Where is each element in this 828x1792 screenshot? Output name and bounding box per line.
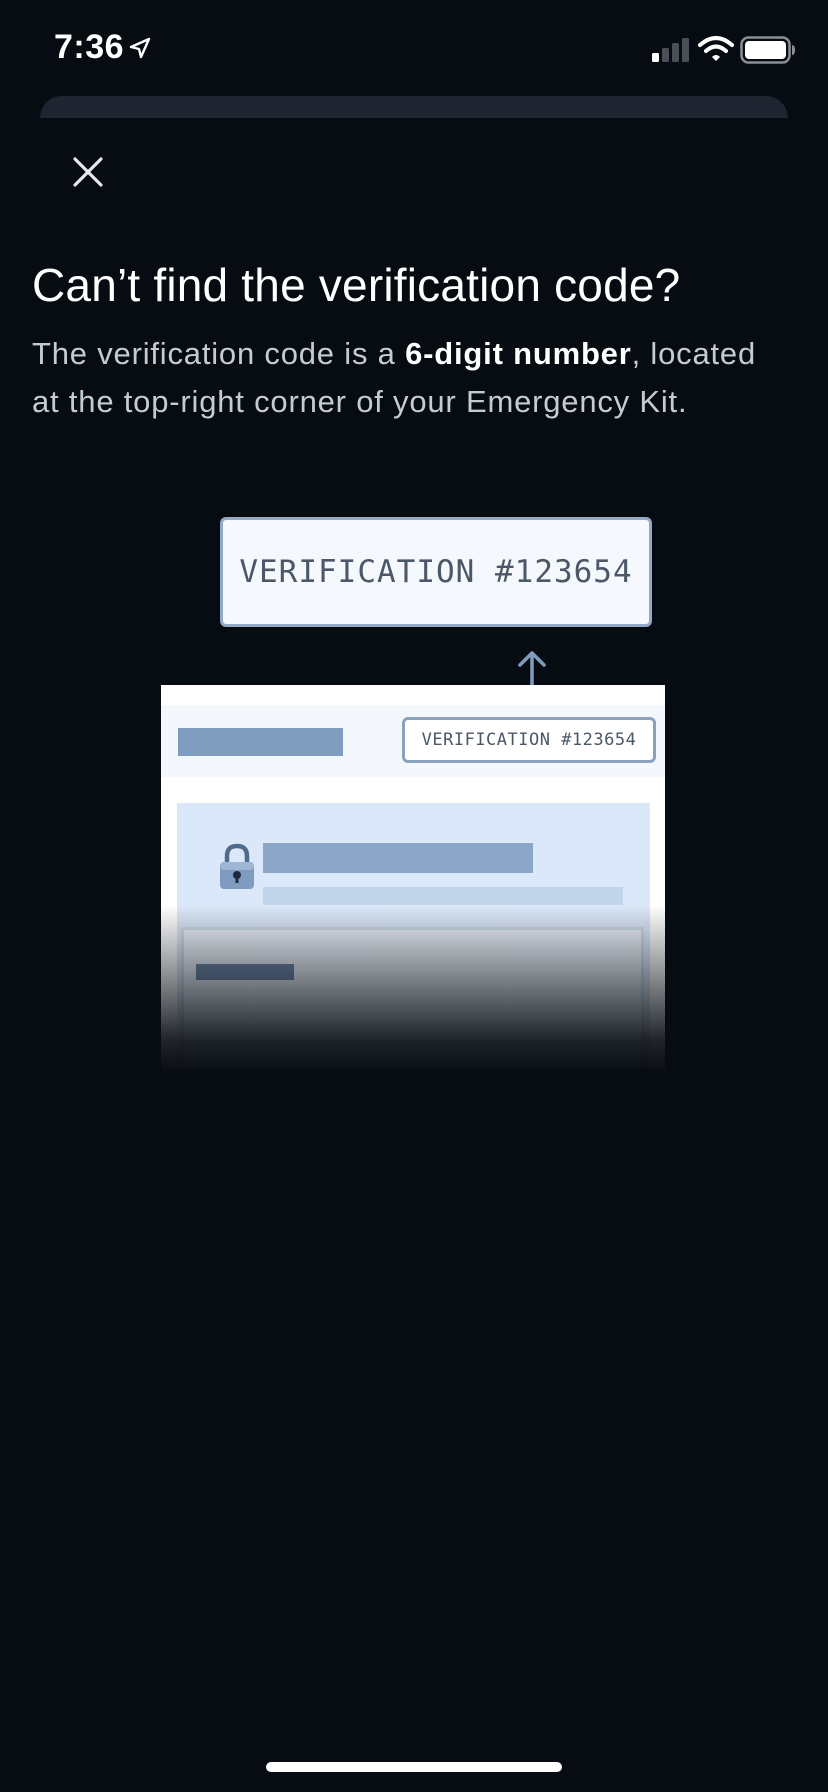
- document-header: VERIFICATION #123654: [161, 705, 665, 777]
- status-bar: 7:36: [0, 0, 828, 100]
- card-subtitle-placeholder: [263, 887, 623, 905]
- home-indicator[interactable]: [266, 1762, 562, 1772]
- emergency-kit-document: VERIFICATION #123654: [161, 685, 665, 1070]
- battery-icon: [740, 36, 795, 64]
- status-time: 7:36: [54, 28, 125, 66]
- card-title-placeholder: [263, 843, 533, 873]
- sheet-top-edge: [40, 96, 788, 118]
- cellular-signal-icon: [652, 38, 689, 62]
- document-title-placeholder: [178, 728, 343, 756]
- location-arrow-icon: [129, 37, 151, 59]
- document-fade-overlay: [161, 905, 665, 1070]
- description: The verification code is a 6-digit numbe…: [32, 330, 792, 426]
- verification-callout: VERIFICATION #123654: [220, 517, 652, 627]
- close-button[interactable]: [64, 148, 112, 196]
- emergency-kit-illustration: VERIFICATION #123654 VERIFICATION #12365…: [0, 515, 828, 1075]
- verification-badge: VERIFICATION #123654: [402, 717, 656, 763]
- page-title: Can’t find the verification code?: [32, 259, 681, 311]
- wifi-icon: [698, 36, 734, 61]
- lock-icon: [220, 843, 254, 889]
- description-bold: 6-digit number: [405, 336, 632, 371]
- close-icon: [73, 157, 103, 187]
- description-text: The verification code is a: [32, 336, 406, 371]
